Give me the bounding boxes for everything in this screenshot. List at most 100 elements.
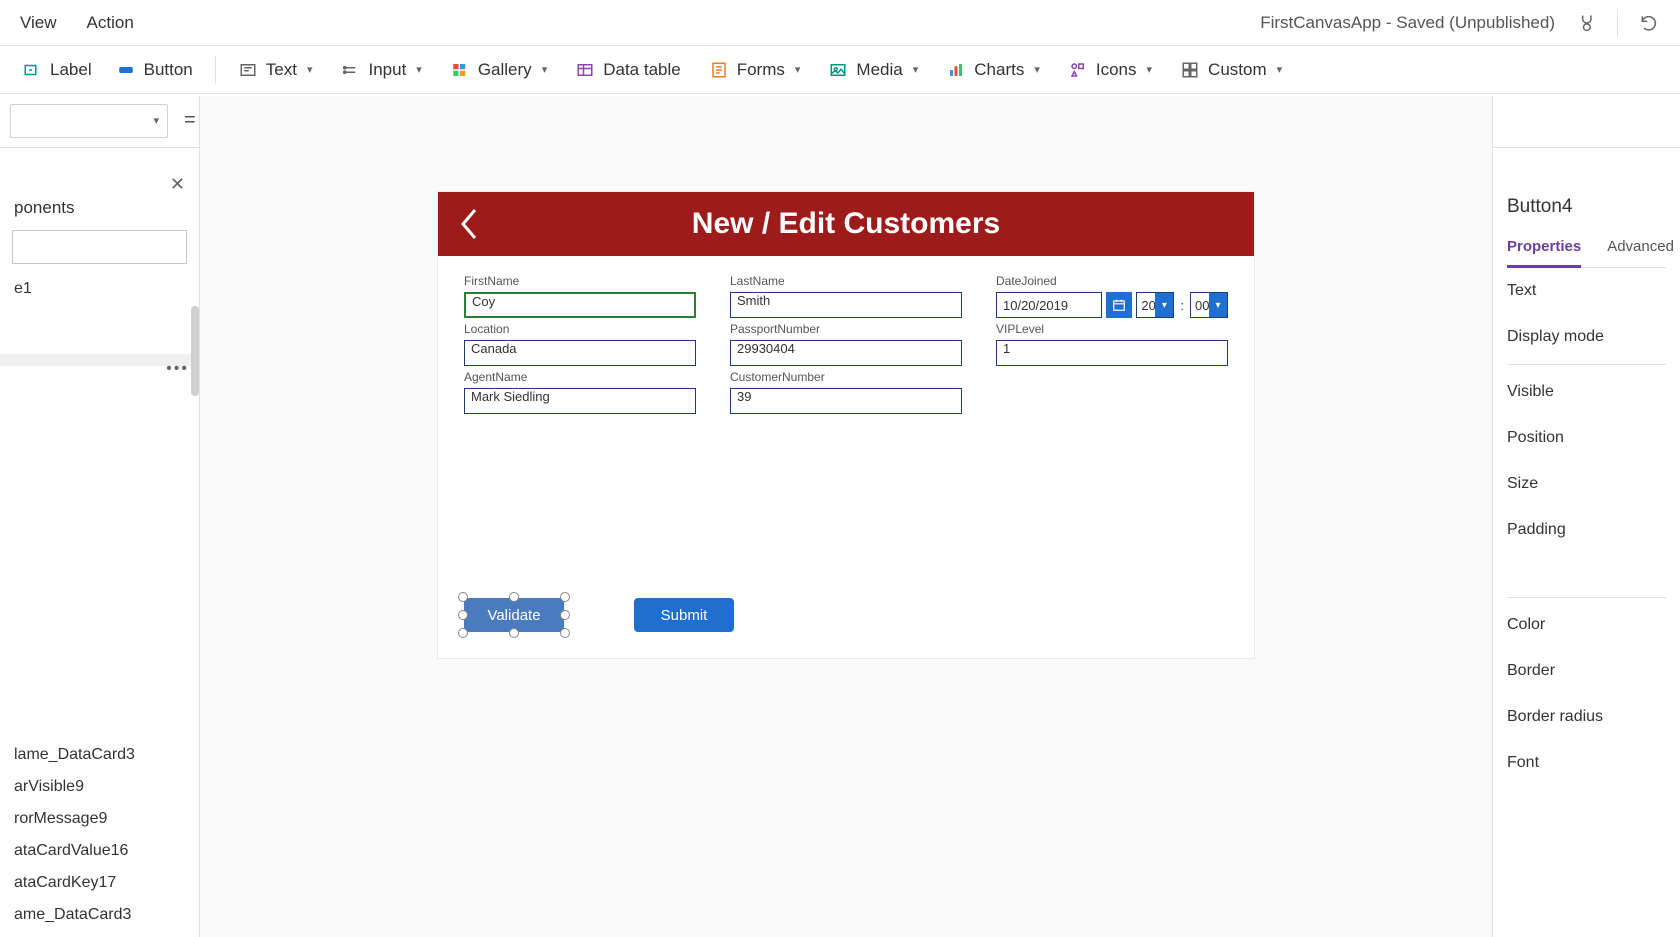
- resize-handle[interactable]: [560, 592, 570, 602]
- ribbon-label-text: Label: [50, 60, 92, 80]
- button-icon: [116, 60, 136, 80]
- ribbon-button[interactable]: Button: [104, 54, 205, 86]
- tab-advanced[interactable]: Advanced: [1607, 232, 1674, 267]
- ribbon-icons[interactable]: Icons▾: [1056, 54, 1164, 86]
- submit-button-label: Submit: [661, 607, 708, 624]
- viplevel-input[interactable]: 1: [996, 340, 1228, 366]
- ribbon-forms[interactable]: Forms▾: [697, 54, 813, 86]
- ribbon-text-label: Text: [266, 60, 297, 80]
- time-colon: :: [1178, 298, 1186, 313]
- input-icon: [340, 60, 360, 80]
- menu-action[interactable]: Action: [87, 13, 134, 33]
- tree-search-input[interactable]: [12, 230, 187, 264]
- resize-handle[interactable]: [458, 610, 468, 620]
- prop-display-mode[interactable]: Display mode: [1507, 314, 1666, 360]
- resize-handle[interactable]: [560, 628, 570, 638]
- resize-handle[interactable]: [458, 628, 468, 638]
- tree-item-selected[interactable]: •••: [0, 354, 199, 366]
- passport-label: PassportNumber: [730, 322, 962, 336]
- chevron-down-icon: ▾: [1034, 63, 1040, 76]
- top-menu-right: FirstCanvasApp - Saved (Unpublished): [1260, 10, 1660, 36]
- menu-view[interactable]: View: [20, 13, 57, 33]
- ribbon-datatable-label: Data table: [603, 60, 681, 80]
- prop-border-radius[interactable]: Border radius: [1507, 694, 1666, 740]
- prop-text[interactable]: Text: [1507, 268, 1666, 314]
- hour-select[interactable]: 20▾: [1136, 292, 1174, 318]
- ribbon-label[interactable]: Label: [10, 54, 104, 86]
- ribbon-text[interactable]: Text ▾: [226, 54, 325, 86]
- charts-icon: [946, 60, 966, 80]
- location-input[interactable]: Canada: [464, 340, 696, 366]
- resize-handle[interactable]: [509, 628, 519, 638]
- datatable-icon: [575, 60, 595, 80]
- top-menu-left: View Action: [20, 13, 134, 33]
- tree-item[interactable]: rorMessage9: [0, 803, 199, 835]
- tree-bottom-list: lame_DataCard3 arVisible9 rorMessage9 at…: [0, 733, 199, 937]
- lastname-input[interactable]: Smith: [730, 292, 962, 318]
- screen-header: New / Edit Customers: [438, 192, 1254, 256]
- minute-select[interactable]: 00▾: [1190, 292, 1228, 318]
- datejoined-label: DateJoined: [996, 274, 1228, 288]
- ribbon-charts[interactable]: Charts▾: [934, 54, 1052, 86]
- tree-item[interactable]: e1: [0, 274, 199, 304]
- chevron-down-icon: ▾: [1155, 293, 1173, 317]
- scrollbar-thumb[interactable]: [191, 306, 199, 396]
- tab-properties[interactable]: Properties: [1507, 232, 1581, 268]
- tree-item[interactable]: ame_DataCard3: [0, 899, 199, 931]
- ribbon-gallery[interactable]: Gallery▾: [438, 54, 559, 86]
- ribbon-input[interactable]: Input ▾: [328, 54, 433, 86]
- ribbon-media[interactable]: Media▾: [816, 54, 930, 86]
- forms-icon: [709, 60, 729, 80]
- app-canvas[interactable]: New / Edit Customers FirstName Coy LastN…: [438, 192, 1254, 658]
- close-icon[interactable]: ✕: [170, 174, 185, 195]
- prop-position[interactable]: Position: [1507, 415, 1666, 461]
- passport-input[interactable]: 29930404: [730, 340, 962, 366]
- media-icon: [828, 60, 848, 80]
- ribbon-custom-label: Custom: [1208, 60, 1267, 80]
- prop-font[interactable]: Font: [1507, 740, 1666, 786]
- tree-item[interactable]: ataCardValue16: [0, 835, 199, 867]
- calendar-icon[interactable]: [1106, 292, 1132, 318]
- tree-item[interactable]: arVisible9: [0, 771, 199, 803]
- resize-handle[interactable]: [560, 610, 570, 620]
- undo-icon[interactable]: [1638, 12, 1660, 34]
- chevron-down-icon: ▾: [1209, 293, 1227, 317]
- selected-control-name: Button4: [1507, 196, 1666, 232]
- validate-button-label: Validate: [487, 607, 540, 624]
- app-status-label: FirstCanvasApp - Saved (Unpublished): [1260, 13, 1555, 33]
- tree-item[interactable]: lame_DataCard3: [0, 739, 199, 771]
- submit-button[interactable]: Submit: [634, 598, 734, 632]
- prop-padding[interactable]: Padding: [1507, 507, 1666, 553]
- custom-icon: [1180, 60, 1200, 80]
- back-icon[interactable]: [456, 206, 486, 242]
- date-input[interactable]: 10/20/2019: [996, 292, 1102, 318]
- chevron-down-icon: ▾: [795, 63, 801, 76]
- resize-handle[interactable]: [458, 592, 468, 602]
- ribbon-datatable[interactable]: Data table: [563, 54, 693, 86]
- chevron-down-icon: ▾: [307, 63, 313, 76]
- customernum-input[interactable]: 39: [730, 388, 962, 414]
- ribbon-icons-label: Icons: [1096, 60, 1137, 80]
- resize-handle[interactable]: [509, 592, 519, 602]
- icons-icon: [1068, 60, 1088, 80]
- screen-title: New / Edit Customers: [692, 207, 1000, 241]
- agentname-input[interactable]: Mark Siedling: [464, 388, 696, 414]
- more-icon[interactable]: •••: [166, 360, 189, 378]
- ribbon-button-text: Button: [144, 60, 193, 80]
- field-agentname: AgentName Mark Siedling: [464, 370, 696, 414]
- lastname-label: LastName: [730, 274, 962, 288]
- prop-visible[interactable]: Visible: [1507, 369, 1666, 415]
- app-checker-icon[interactable]: [1575, 12, 1597, 34]
- ribbon-input-label: Input: [368, 60, 406, 80]
- validate-button[interactable]: Validate: [464, 598, 564, 632]
- field-lastname: LastName Smith: [730, 274, 962, 318]
- agentname-label: AgentName: [464, 370, 696, 384]
- ribbon-custom[interactable]: Custom▾: [1168, 54, 1294, 86]
- tree-item[interactable]: ataCardKey17: [0, 867, 199, 899]
- chevron-down-icon: ▾: [416, 63, 422, 76]
- prop-border[interactable]: Border: [1507, 648, 1666, 694]
- prop-color[interactable]: Color: [1507, 602, 1666, 648]
- firstname-input[interactable]: Coy: [464, 292, 696, 318]
- prop-size[interactable]: Size: [1507, 461, 1666, 507]
- ribbon-gallery-label: Gallery: [478, 60, 532, 80]
